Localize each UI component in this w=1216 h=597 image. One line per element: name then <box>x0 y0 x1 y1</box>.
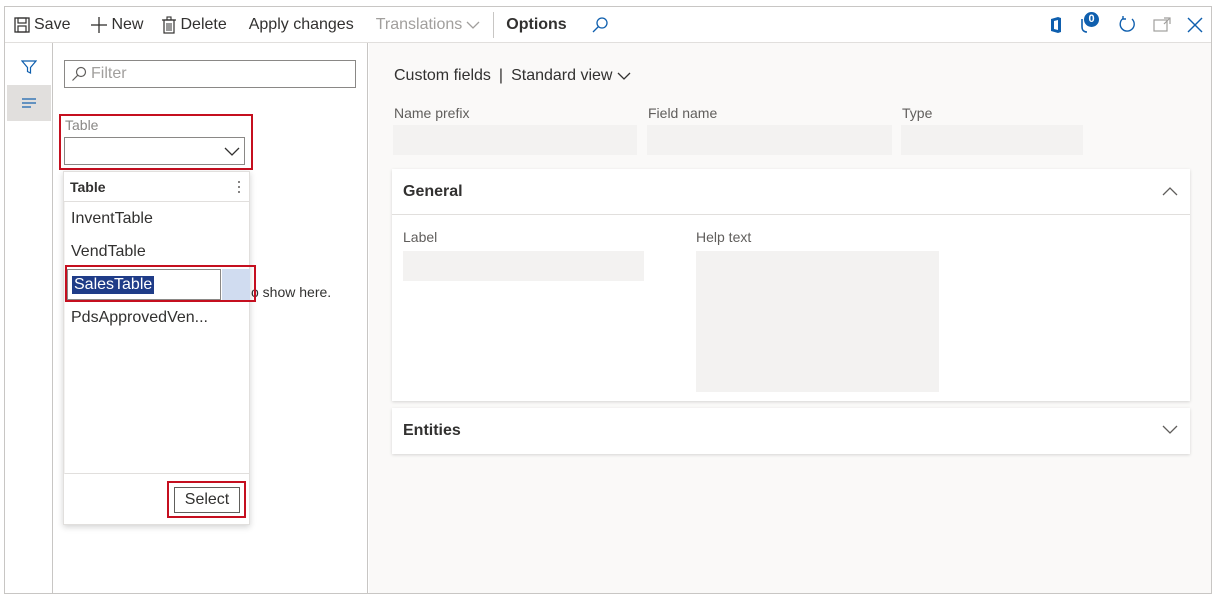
apply-changes-label: Apply changes <box>248 15 354 33</box>
more-vertical-icon[interactable] <box>237 180 241 194</box>
chevron-down-icon[interactable] <box>616 71 632 81</box>
list-item[interactable]: InventTable <box>65 202 249 235</box>
app-window: Save New Delete Apply changes Translatio… <box>4 6 1212 594</box>
view-selector[interactable]: Standard view <box>511 67 612 85</box>
name-prefix-field[interactable] <box>393 125 637 155</box>
breadcrumb-separator: | <box>498 67 504 84</box>
filter-pane-button[interactable] <box>7 49 51 85</box>
label-field[interactable] <box>403 251 644 281</box>
delete-label: Delete <box>180 15 227 33</box>
list-item-label: PdsApprovedVen... <box>71 308 208 326</box>
lookup-list: InventTable VendTable SalesTable PdsAppr… <box>64 202 250 474</box>
general-title: General <box>403 182 463 200</box>
entities-title: Entities <box>403 422 461 439</box>
list-icon <box>22 98 36 108</box>
help-text-label: Help text <box>696 229 752 245</box>
list-pane: Filter o show here. Table Table InventTa… <box>53 43 368 593</box>
table-lookup-highlight <box>59 114 253 170</box>
translations-label: Translations <box>375 15 463 33</box>
selected-item-highlight <box>65 265 256 302</box>
general-fasttab: General Label Help text <box>392 169 1190 401</box>
save-label: Save <box>34 15 71 33</box>
plus-icon <box>91 16 108 33</box>
attachments-count-badge: 0 <box>1084 12 1099 27</box>
chevron-up-icon[interactable] <box>1162 186 1178 196</box>
translations-menu[interactable]: Translations <box>370 7 490 43</box>
new-button[interactable]: New <box>84 7 149 43</box>
type-field[interactable] <box>901 125 1083 155</box>
refresh-icon[interactable] <box>1117 15 1137 35</box>
save-icon <box>14 16 30 33</box>
navigation-strip <box>5 43 53 593</box>
field-name-label: Field name <box>648 105 718 121</box>
select-button-highlight <box>167 481 246 518</box>
detail-pane: Custom fields | Standard view Name prefi… <box>369 43 1211 593</box>
page-title: Custom fields <box>394 67 491 84</box>
filter-placeholder: Filter <box>91 65 127 82</box>
toolbar-separator <box>493 11 495 38</box>
chevron-down-icon <box>466 21 480 29</box>
type-label: Type <box>902 105 933 121</box>
help-text-field[interactable] <box>696 251 939 392</box>
filter-input[interactable]: Filter <box>64 60 356 88</box>
list-item-label: InventTable <box>71 209 153 227</box>
search-icon <box>592 16 608 32</box>
save-button[interactable]: Save <box>5 7 76 43</box>
close-icon[interactable] <box>1187 17 1203 33</box>
search-button[interactable] <box>585 7 618 43</box>
list-pane-button[interactable] <box>7 85 51 121</box>
entities-header[interactable]: Entities <box>392 408 1190 454</box>
options-tab[interactable]: Options <box>500 7 572 43</box>
search-icon <box>72 66 87 81</box>
general-header[interactable]: General <box>392 169 1190 215</box>
empty-list-message: o show here. <box>251 284 332 300</box>
lookup-column-header-label: Table <box>70 178 106 195</box>
list-item-label: VendTable <box>71 242 146 260</box>
options-label: Options <box>506 15 567 33</box>
list-item[interactable]: PdsApprovedVen... <box>65 301 249 334</box>
delete-button[interactable]: Delete <box>155 7 232 43</box>
new-label: New <box>111 15 144 33</box>
table-lookup-dropdown: Table InventTable VendTable SalesTable P… <box>63 171 250 525</box>
name-prefix-label: Name prefix <box>394 105 470 121</box>
trash-icon <box>162 15 177 34</box>
action-pane: Save New Delete Apply changes Translatio… <box>5 7 1211 43</box>
window-controls: 0 <box>1049 7 1203 43</box>
open-in-new-window-icon[interactable] <box>1153 17 1171 33</box>
entities-fasttab: Entities <box>392 408 1190 454</box>
label-field-label: Label <box>403 229 438 245</box>
apply-changes-button[interactable]: Apply changes <box>243 7 360 43</box>
breadcrumb: Custom fields | Standard view <box>394 67 632 85</box>
funnel-icon <box>21 60 37 74</box>
lookup-column-header: Table <box>64 172 249 202</box>
list-item[interactable]: VendTable <box>65 235 249 268</box>
chevron-down-icon[interactable] <box>1162 425 1178 435</box>
office-icon[interactable] <box>1049 16 1063 34</box>
field-name-field[interactable] <box>647 125 892 155</box>
attachments-button[interactable]: 0 <box>1079 12 1101 36</box>
